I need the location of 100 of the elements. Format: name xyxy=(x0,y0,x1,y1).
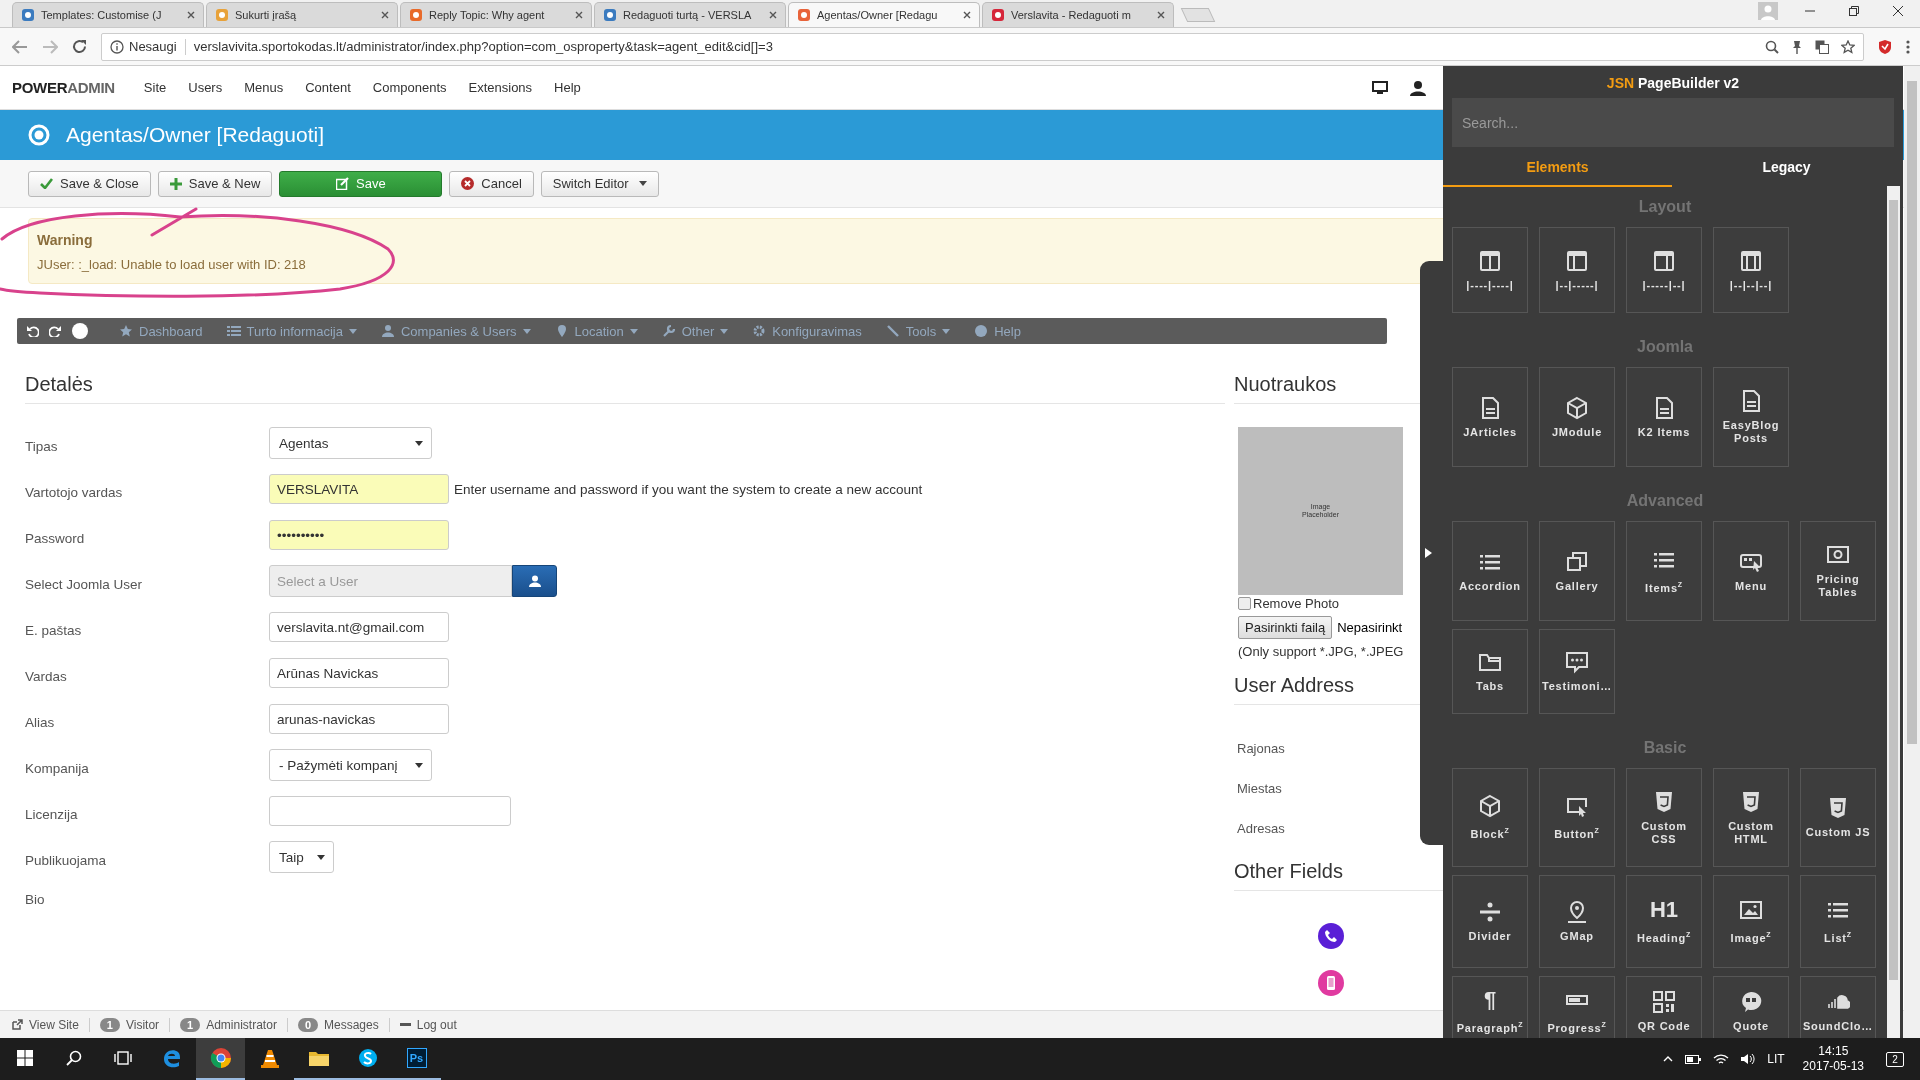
input-field[interactable]: verslavita.nt@gmail.com xyxy=(269,612,449,642)
field-label: Select Joomla User xyxy=(25,575,144,592)
field-label: Rajonas xyxy=(1236,739,1286,758)
status-link[interactable]: View Site xyxy=(12,1017,89,1032)
field-hint: Enter username and password if you want the system to create a new account xyxy=(454,481,923,497)
element-tile[interactable]: Menu xyxy=(1713,521,1789,621)
element-tile[interactable]: Items$^{Z}$ xyxy=(1626,521,1702,621)
menu-item[interactable]: Components xyxy=(361,80,458,95)
toolbar-button[interactable]: Cancel xyxy=(449,170,534,197)
input-field[interactable]: VERSLAVITA xyxy=(269,474,449,504)
language-indicator[interactable]: LIT xyxy=(1767,1052,1785,1066)
element-tile[interactable]: Custom HTML xyxy=(1713,768,1789,867)
panel-title: JSN PageBuilder v2 xyxy=(1605,74,1741,93)
element-tile[interactable]: Block$^{Z}$ xyxy=(1452,768,1528,867)
address-field[interactable]: Nesaugi verslavivita.sportokodas.lt/administrator/index.php?option=com_osproperty&task=agent_edit&cid[]=3 xyxy=(101,32,1864,61)
element-tile[interactable]: Custom CSS xyxy=(1626,768,1702,867)
element-tile[interactable]: Tabs xyxy=(1452,629,1528,714)
status-link[interactable]: 0 Messages xyxy=(286,1017,389,1032)
select-field[interactable]: Taip xyxy=(269,841,334,873)
element-tile[interactable]: EasyBlog Posts xyxy=(1713,367,1789,467)
menu-item[interactable]: Menus xyxy=(233,80,295,95)
notification-button[interactable]: 2 xyxy=(1886,1051,1904,1067)
alert-title: Warning xyxy=(37,232,94,248)
element-tile[interactable]: Progress$^{Z}$ xyxy=(1539,976,1615,1038)
element-tile[interactable]: H1 Heading$^{Z}$ xyxy=(1626,875,1702,968)
input-field[interactable]: arunas-navickas xyxy=(269,704,449,734)
upload-hint: (Only support *.JPG, *.JPEG xyxy=(1238,644,1405,661)
file-status: Nepasirinkt xyxy=(1337,619,1403,635)
taskbar-button[interactable]: Ps xyxy=(392,1038,441,1080)
element-tile[interactable]: QR Code xyxy=(1626,976,1702,1038)
element-tile[interactable]: List$^{Z}$ xyxy=(1800,875,1876,968)
field-label: Vartotojo vardas xyxy=(25,483,124,500)
element-tile[interactable]: K2 Items xyxy=(1626,367,1702,467)
toolbar-button[interactable]: Save & Close xyxy=(28,170,151,197)
browser-tab[interactable]: Reply Topic: Why agent xyxy=(400,2,592,27)
menu-item[interactable]: Site xyxy=(132,80,178,95)
input-field[interactable]: •••••••••• xyxy=(269,520,449,550)
field-label: Publikuojama xyxy=(25,851,108,868)
menu-item[interactable]: Extensions xyxy=(457,80,544,95)
element-tile[interactable]: Button$^{Z}$ xyxy=(1539,768,1615,867)
alert-message: JUser: :_load: Unable to load user with ID: 218 xyxy=(37,257,307,272)
group-heading: Basic xyxy=(1642,738,1688,758)
browser-tab[interactable]: Redaguoti turtą - VERSLA xyxy=(594,2,786,27)
element-tile[interactable]: JArticles xyxy=(1452,367,1528,467)
browser-tab[interactable]: Templates: Customise (J xyxy=(12,2,204,27)
field-label: Tipas xyxy=(25,437,59,454)
field-label: Vardas xyxy=(25,667,68,684)
browser-tab[interactable]: Verslavita - Redaguoti m xyxy=(982,2,1174,27)
element-tile[interactable]: SoundClo… xyxy=(1800,976,1876,1038)
select-field[interactable]: - Pažymėti kompanį xyxy=(269,749,432,781)
input-field[interactable]: Arūnas Navickas xyxy=(269,658,449,688)
count-badge: 0 xyxy=(297,1017,318,1032)
menu-item[interactable]: Users xyxy=(177,80,234,95)
browser-tab[interactable]: Agentas/Owner [Redagu xyxy=(788,2,980,27)
toolbar-button[interactable]: Switch Editor xyxy=(540,170,659,197)
element-tile[interactable]: Divider xyxy=(1452,875,1528,968)
field-label: Kompanija xyxy=(25,759,90,776)
element-tile[interactable]: GMap xyxy=(1539,875,1615,968)
page-title: Agentas/Owner [Redaguoti] xyxy=(66,123,324,147)
element-tile[interactable]: Image$^{Z}$ xyxy=(1713,875,1789,968)
status-link[interactable]: 1 Administrator xyxy=(169,1017,287,1032)
group-heading: Layout xyxy=(1637,197,1693,217)
status-link[interactable]: Log out xyxy=(388,1017,467,1032)
count-badge: 1 xyxy=(180,1017,201,1032)
select-field[interactable]: Agentas xyxy=(269,427,432,459)
element-tile[interactable]: Pricing Tables xyxy=(1800,521,1876,621)
checkbox-label[interactable]: Remove Photo xyxy=(1253,596,1339,611)
element-tile[interactable]: Gallery xyxy=(1539,521,1615,621)
element-tile[interactable]: |-----|--| xyxy=(1626,227,1702,313)
panel-tab[interactable]: Legacy xyxy=(1672,148,1901,187)
toolbar-button[interactable]: Save & New xyxy=(157,170,273,197)
element-tile[interactable]: Custom JS xyxy=(1800,768,1876,867)
clock[interactable]: 14:15 2017-05-13 xyxy=(1802,1044,1864,1074)
panel-tab[interactable]: Elements xyxy=(1443,148,1672,187)
file-button[interactable]: Pasirinkti failą xyxy=(1238,615,1333,639)
element-tile[interactable]: |----|----| xyxy=(1452,227,1528,313)
status-link[interactable]: 1 Visitor xyxy=(88,1017,170,1032)
field-label: Adresas xyxy=(1236,819,1286,838)
menu-item[interactable]: Content xyxy=(294,80,362,95)
element-tile[interactable]: JModule xyxy=(1539,367,1615,467)
field-label: E. paštas xyxy=(25,621,83,638)
count-badge: 1 xyxy=(99,1017,120,1032)
security-label[interactable]: Nesaugi xyxy=(110,39,177,54)
browser-tab[interactable]: Sukurti įrašą xyxy=(206,2,398,27)
section-heading: Detalės xyxy=(25,364,1225,404)
field-label: Password xyxy=(25,529,86,546)
element-tile[interactable]: |--|--|--| xyxy=(1713,227,1789,313)
element-tile[interactable]: Testimoni… xyxy=(1539,629,1615,714)
field-label: Bio xyxy=(25,890,46,907)
field-label: Alias xyxy=(25,713,56,730)
menu-item[interactable]: Help xyxy=(543,80,592,95)
element-tile[interactable]: Accordion xyxy=(1452,521,1528,621)
field-label: Licenzija xyxy=(25,805,79,822)
logo-text: POWERADMIN xyxy=(12,79,115,96)
group-heading: Joomla xyxy=(1636,337,1694,357)
field-label: Miestas xyxy=(1236,779,1283,798)
element-tile[interactable]: |--|-----| xyxy=(1539,227,1615,313)
group-heading: Advanced xyxy=(1625,491,1705,511)
element-tile[interactable]: Quote xyxy=(1713,976,1789,1038)
element-tile[interactable]: ¶ Paragraph$^{Z}$ xyxy=(1452,976,1528,1038)
